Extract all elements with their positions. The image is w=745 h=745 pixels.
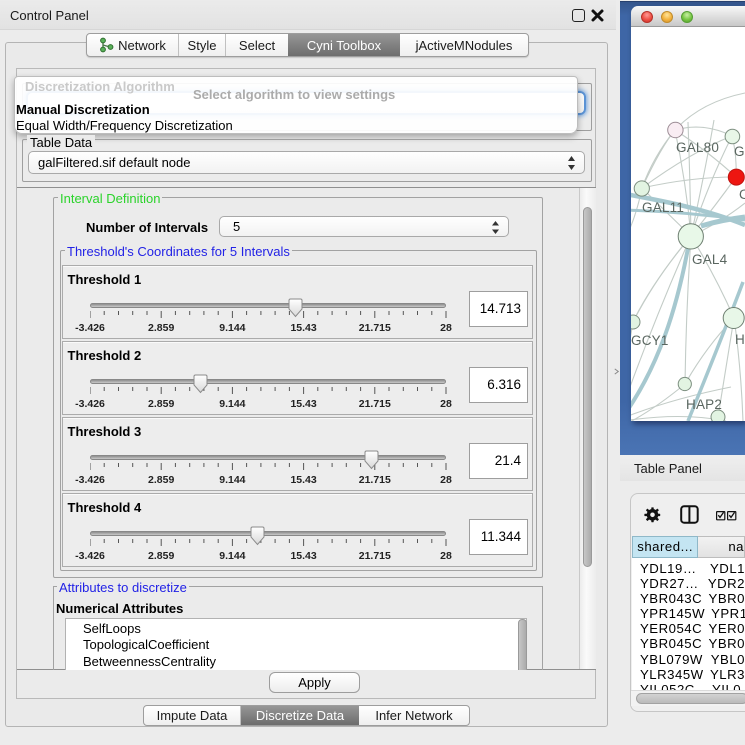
svg-text:GAL80: GAL80: [676, 140, 719, 155]
svg-text:GAL4: GAL4: [692, 252, 728, 267]
svg-text:H: H: [735, 332, 745, 347]
svg-text:G.: G.: [734, 144, 745, 159]
svg-text:HAP2: HAP2: [686, 397, 722, 412]
svg-text:C: C: [739, 187, 745, 202]
svg-text:GCY1: GCY1: [631, 333, 669, 348]
svg-text:GAL11: GAL11: [642, 200, 684, 215]
